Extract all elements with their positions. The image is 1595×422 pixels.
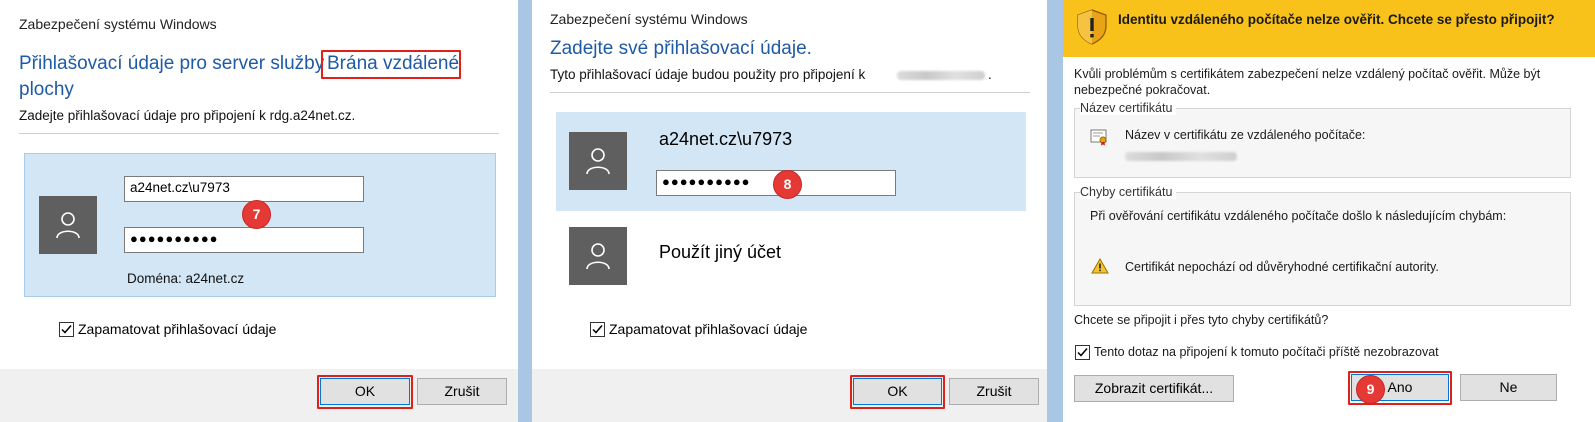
checkmark-icon bbox=[592, 325, 603, 334]
warning-triangle-icon bbox=[1091, 258, 1109, 274]
remember-label: Zapamatovat přihlašovací údaje bbox=[609, 321, 808, 337]
subtitle-end: . bbox=[988, 67, 992, 82]
other-account-tile[interactable]: Použít jiný účet bbox=[556, 225, 1026, 287]
no-button[interactable]: Ne bbox=[1460, 374, 1557, 401]
user-icon bbox=[586, 243, 610, 270]
remember-checkbox[interactable] bbox=[590, 322, 605, 337]
avatar bbox=[569, 227, 627, 285]
credentials-dialog-account: Zabezpečení systému Windows Zadejte své … bbox=[532, 0, 1047, 422]
step-badge: 9 bbox=[1356, 375, 1385, 404]
domain-label: Doména: a24net.cz bbox=[127, 271, 245, 286]
heading-line-2: plochy bbox=[19, 79, 74, 100]
account-name: a24net.cz\u7973 bbox=[659, 129, 793, 149]
checkmark-icon bbox=[61, 325, 72, 334]
dialog-subtitle: Tyto přihlašovací údaje budou použity pr… bbox=[550, 67, 865, 82]
avatar bbox=[569, 132, 627, 190]
window-title: Zabezpečení systému Windows bbox=[19, 16, 217, 32]
window-title: Zabezpečení systému Windows bbox=[550, 11, 748, 27]
warning-title: Identitu vzdáleného počítače nelze ověři… bbox=[1118, 12, 1555, 27]
warning-header: Identitu vzdáleného počítače nelze ověři… bbox=[1063, 0, 1595, 57]
ok-button[interactable]: OK bbox=[320, 378, 410, 405]
cancel-button[interactable]: Zrušit bbox=[949, 378, 1039, 405]
user-icon bbox=[56, 212, 80, 239]
other-account-label: Použít jiný účet bbox=[659, 242, 782, 262]
username-input[interactable]: a24net.cz\u7973 bbox=[124, 176, 364, 202]
subtitle-text: Tyto přihlašovací údaje budou použity pr… bbox=[550, 67, 866, 82]
divider bbox=[19, 133, 499, 134]
credentials-dialog-gateway: Zabezpečení systému Windows Přihlašovací… bbox=[0, 0, 518, 422]
warning-description: Kvůli problémům s certifikátem zabezpeče… bbox=[1074, 67, 1541, 97]
checkmark-icon bbox=[1077, 348, 1088, 357]
desktop-gap bbox=[1047, 0, 1063, 422]
password-input[interactable]: ●●●●●●●●●● bbox=[124, 227, 364, 253]
cert-error-item: Certifikát nepochází od důvěryhodné cert… bbox=[1125, 260, 1439, 274]
redacted-address bbox=[897, 71, 985, 80]
remember-checkbox[interactable] bbox=[59, 322, 74, 337]
ok-button[interactable]: OK bbox=[853, 378, 942, 405]
dialog-heading: Zadejte své přihlašovací údaje. bbox=[550, 38, 812, 59]
connect-question: Chcete se připojit i přes tyto chyby cer… bbox=[1074, 313, 1329, 327]
certificate-warning-dialog: Identitu vzdáleného počítače nelze ověři… bbox=[1063, 0, 1595, 422]
cert-name-group bbox=[1074, 108, 1571, 178]
cert-errors-intro: Při ověřování certifikátu vzdáleného poč… bbox=[1090, 209, 1507, 223]
user-icon bbox=[586, 148, 610, 175]
remember-label: Zapamatovat přihlašovací údaje bbox=[78, 321, 277, 337]
redacted-cert-name bbox=[1125, 152, 1237, 161]
heading-text: Přihlašovací údaje pro server služby bbox=[19, 53, 325, 74]
dont-ask-label: Tento dotaz na připojení k tomuto počíta… bbox=[1094, 345, 1439, 359]
dialog-heading: Přihlašovací údaje pro server služby bbox=[19, 51, 324, 76]
cert-name-label: Název v certifikátu ze vzdáleného počíta… bbox=[1125, 128, 1366, 142]
dont-ask-checkbox[interactable] bbox=[1075, 345, 1090, 360]
cancel-button[interactable]: Zrušit bbox=[417, 378, 507, 405]
dialog-subtitle: Zadejte přihlašovací údaje pro připojení… bbox=[19, 108, 356, 123]
desktop-gap bbox=[518, 0, 532, 422]
divider bbox=[550, 92, 1030, 93]
heading-highlight-text: Brána vzdálené bbox=[327, 53, 460, 74]
cert-errors-group-title: Chyby certifikátu bbox=[1080, 185, 1177, 199]
view-certificate-button[interactable]: Zobrazit certifikát... bbox=[1074, 375, 1234, 402]
avatar bbox=[39, 196, 97, 254]
step-badge: 8 bbox=[773, 170, 802, 199]
shield-warning-icon bbox=[1077, 9, 1107, 45]
cert-name-group-title: Název certifikátu bbox=[1080, 101, 1177, 115]
certificate-icon bbox=[1090, 129, 1107, 146]
step-badge: 7 bbox=[242, 200, 271, 229]
